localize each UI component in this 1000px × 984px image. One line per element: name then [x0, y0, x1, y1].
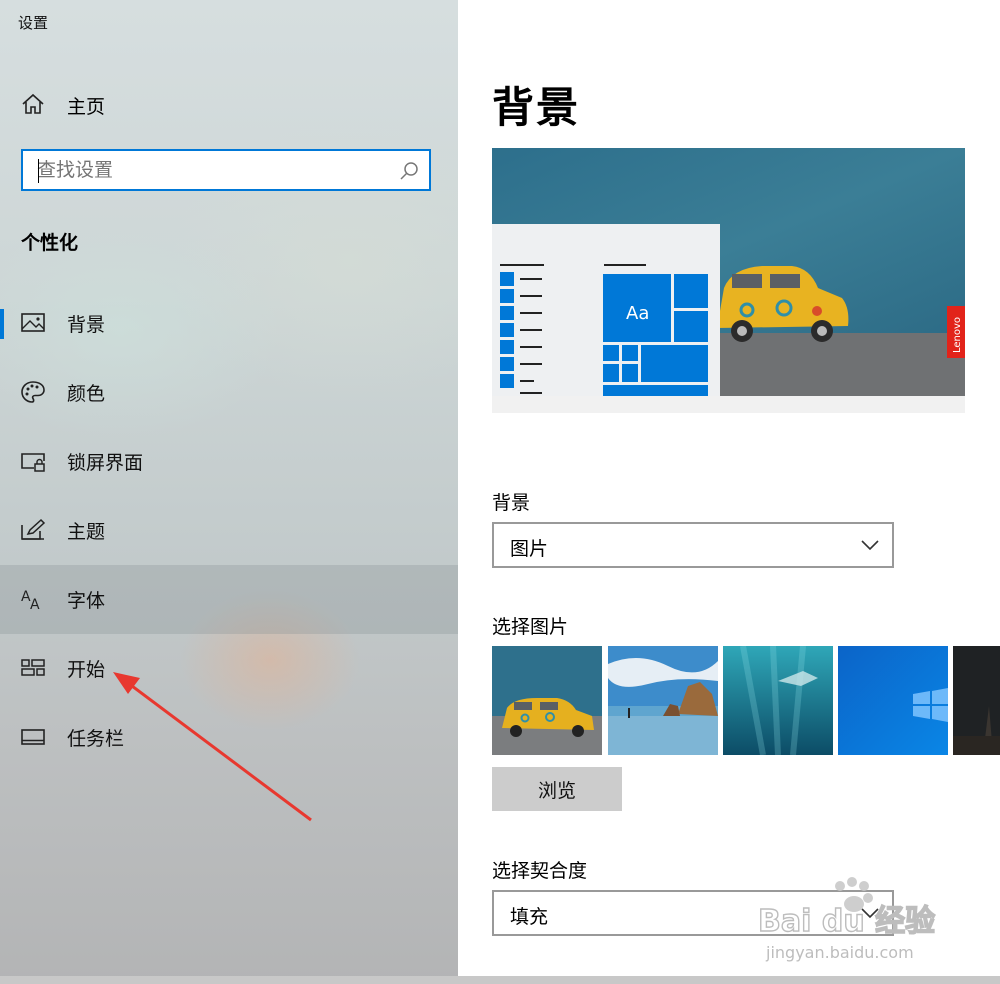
lock-screen-icon	[21, 453, 45, 472]
picture-icon	[21, 313, 45, 332]
text-caret	[38, 159, 39, 183]
baidu-watermark: Bai du 经验 jingyan.baidu.com	[758, 877, 936, 962]
search-input[interactable]	[37, 157, 397, 183]
sidebar-item-themes[interactable]: 主题	[0, 496, 458, 565]
main-panel: 背景 Lenovo Aa 背景 图片 选择图片 浏览 选择契合度 填充 Bai …	[458, 0, 1000, 984]
picture-thumb-3[interactable]	[723, 646, 833, 755]
background-dropdown[interactable]: 图片	[492, 522, 894, 568]
selection-indicator	[0, 309, 4, 339]
sidebar-item-taskbar[interactable]: 任务栏	[0, 703, 458, 772]
svg-text:A: A	[30, 597, 40, 612]
background-label: 背景	[492, 492, 531, 514]
sidebar-item-start[interactable]: 开始	[0, 634, 458, 703]
theme-icon	[21, 518, 46, 540]
section-title: 个性化	[21, 232, 79, 254]
sidebar-item-label: 颜色	[67, 383, 106, 405]
font-icon: A A	[21, 589, 40, 612]
search-icon[interactable]	[399, 161, 419, 181]
watermark-url: jingyan.baidu.com	[765, 943, 914, 962]
home-icon	[22, 93, 44, 114]
sidebar: 设置 主页 个性化 背景 颜色	[0, 0, 458, 984]
watermark-text: Bai du 经验	[758, 904, 935, 939]
home-label: 主页	[67, 96, 106, 118]
picture-thumb-2[interactable]	[608, 646, 718, 755]
sidebar-item-label: 背景	[67, 314, 106, 336]
lenovo-tag: Lenovo	[952, 317, 963, 353]
sidebar-item-background[interactable]: 背景	[0, 289, 458, 358]
picture-thumb-5[interactable]	[953, 646, 1000, 755]
background-preview: Lenovo Aa	[492, 148, 965, 413]
sidebar-item-label: 任务栏	[67, 728, 125, 750]
picture-thumb-1[interactable]	[492, 646, 602, 755]
search-box[interactable]	[21, 149, 431, 191]
window-title: 设置	[18, 14, 49, 32]
sidebar-item-label: 主题	[67, 521, 106, 543]
preview-sample-text: Aa	[626, 303, 649, 324]
sidebar-item-label: 开始	[67, 659, 106, 681]
taskbar-icon	[21, 729, 45, 745]
browse-button[interactable]: 浏览	[492, 767, 622, 811]
picture-thumb-4[interactable]	[838, 646, 948, 755]
preview-image: Lenovo Aa	[492, 148, 965, 413]
chevron-down-icon	[861, 540, 879, 551]
bottom-strip	[0, 976, 1000, 984]
sidebar-item-label: 锁屏界面	[67, 452, 144, 474]
palette-icon	[21, 381, 45, 403]
page-title: 背景	[492, 83, 581, 132]
fit-dropdown-value: 填充	[510, 906, 549, 928]
fit-label: 选择契合度	[492, 860, 588, 882]
sidebar-item-fonts[interactable]: A A 字体	[0, 565, 458, 634]
sidebar-item-home[interactable]: 主页	[0, 82, 458, 126]
sidebar-item-colors[interactable]: 颜色	[0, 358, 458, 427]
choose-picture-label: 选择图片	[492, 616, 569, 638]
sidebar-item-label: 字体	[67, 590, 106, 612]
background-dropdown-value: 图片	[510, 538, 549, 560]
sidebar-item-lock-screen[interactable]: 锁屏界面	[0, 427, 458, 496]
start-icon	[21, 659, 45, 676]
